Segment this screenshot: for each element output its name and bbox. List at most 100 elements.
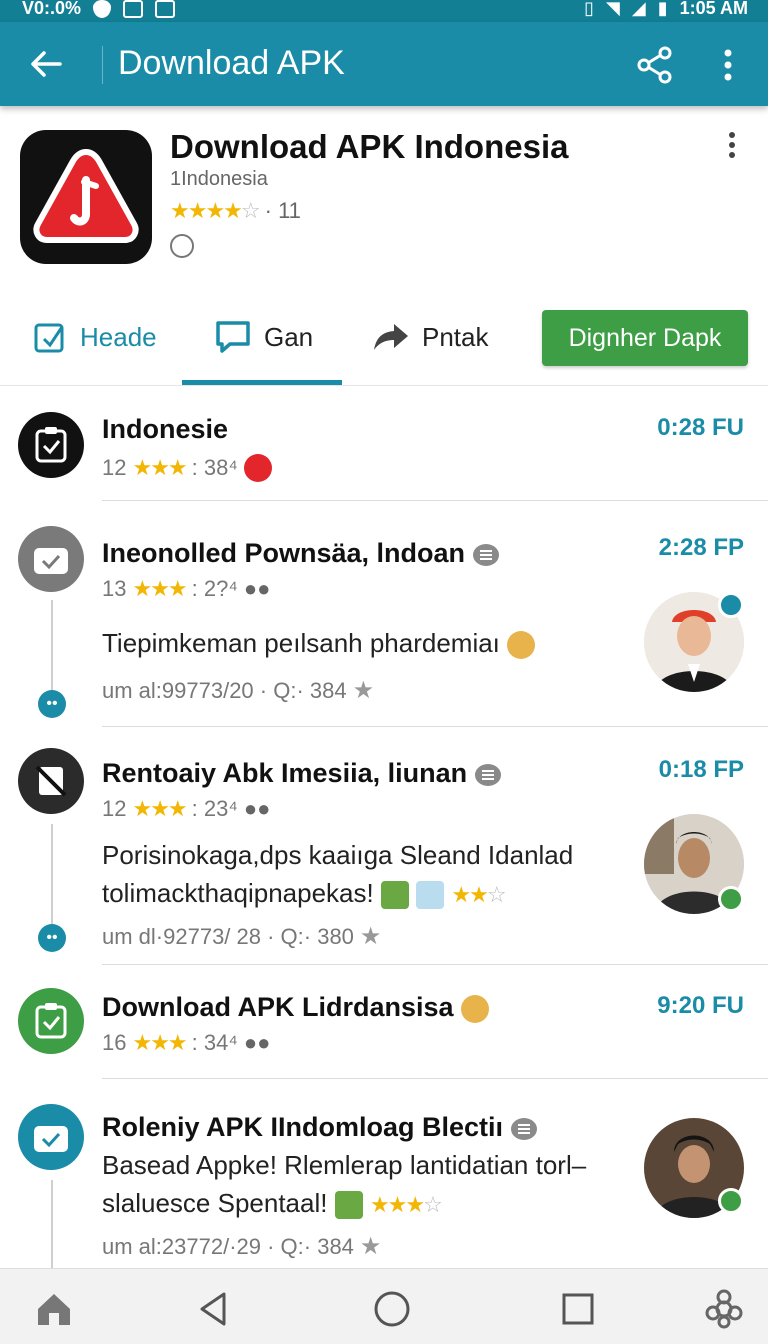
item-count: 16 — [102, 1030, 127, 1055]
online-status-icon — [718, 1188, 744, 1214]
battery-icon: ▮ — [657, 0, 668, 18]
item-meta-suffix: : 23⁴ — [191, 796, 238, 821]
active-tab-indicator — [182, 380, 342, 385]
tab-gan[interactable]: Gan — [214, 314, 313, 360]
clock-icon — [170, 234, 194, 258]
list-item[interactable]: Download APK Lidrdansisa 16 ★★★ : 34⁴ ●●… — [0, 968, 768, 1080]
item-title: Download APK Lidrdansisa — [102, 992, 490, 1023]
online-status-icon — [718, 886, 744, 912]
list-item[interactable]: Roleniy APK IIndomloag Blectiı Basead Ap… — [0, 1084, 768, 1270]
app-bar: Download APK — [0, 22, 768, 106]
status-bar: V0:.0% ▯ ◥ ◢ ▮ 1:05 AM — [0, 0, 768, 22]
item-footer-text: um dl·92773/ 28 · Q:· 380 — [102, 923, 354, 949]
shield-icon — [93, 0, 112, 18]
list-item[interactable]: •• Ineonolled Pownsäa, lndoan 13 ★★★ : 2… — [0, 508, 768, 730]
body-stars: ★★★ — [369, 1192, 425, 1217]
emoji-icon — [507, 631, 536, 660]
status-time: 1:05 AM — [679, 0, 748, 18]
emoji-icon — [416, 881, 445, 910]
thread-line — [51, 824, 53, 928]
item-body: Porisinokaga,dps kaaiıga Sleand Idanlad … — [102, 840, 574, 910]
list-item[interactable]: •• Rentoaiy Abk Imesiia, liunan 12 ★★★ :… — [0, 732, 768, 968]
wifi-icon: ◥ — [606, 0, 620, 18]
avatar — [18, 1104, 84, 1170]
menu-icon — [510, 1117, 537, 1140]
emoji-icon — [380, 881, 409, 910]
thread-dot-icon: •• — [38, 924, 66, 952]
menu-icon — [474, 763, 501, 786]
item-footer-text: um al:23772/·29 · Q:· 384 — [102, 1233, 354, 1259]
status-left-text: V0:.0% — [22, 0, 82, 18]
app-rating: ★★★★☆ · 11 — [170, 198, 301, 224]
tab-pntak[interactable]: Pntak — [372, 314, 489, 360]
star-icon: ★ — [359, 1233, 382, 1260]
divider — [102, 1078, 768, 1079]
reaction-icon: ●● — [243, 796, 271, 821]
tab-bar: Heade Gan Pntak Dignher Dapk — [0, 300, 768, 386]
app-logo — [20, 130, 152, 264]
badge-icon — [718, 592, 744, 618]
item-time: 0:28 FU — [657, 414, 744, 441]
tab-label: Heade — [80, 321, 157, 352]
avatar — [18, 748, 84, 814]
item-body: Tiepimkeman peılsanh phardemiaı — [102, 624, 622, 662]
item-body: Basead Appke! Rlemlerap lantidatian torl… — [102, 1150, 587, 1220]
clipboard-check-icon — [35, 1003, 67, 1039]
signal-icon: ◢ — [631, 0, 646, 18]
item-meta: 12 ★★★ : 23⁴ ●● — [102, 796, 270, 822]
app-bar-divider — [102, 46, 103, 84]
avatar — [18, 988, 84, 1054]
avatar — [18, 526, 84, 592]
home-icon[interactable] — [34, 1289, 74, 1329]
thread-line — [51, 1180, 53, 1270]
clipboard-check-icon — [35, 427, 67, 463]
home-circle-icon[interactable] — [372, 1289, 412, 1329]
tab-heade[interactable]: Heade — [32, 314, 157, 360]
item-meta: 13 ★★★ : 2?⁴ ●● — [102, 576, 270, 602]
download-button[interactable]: Dignher Dapk — [542, 310, 748, 366]
list-item[interactable]: Indonesie 12 ★★★ : 38⁴ 0:28 FU — [0, 392, 768, 504]
menu-icon — [472, 543, 499, 566]
back-arrow-icon[interactable] — [26, 44, 66, 84]
item-title: Ineonolled Pownsäa, lndoan — [102, 538, 499, 569]
item-meta-suffix: : 38⁴ — [191, 455, 238, 480]
item-title: Roleniy APK IIndomloag Blectiı — [102, 1112, 537, 1143]
recents-square-icon[interactable] — [558, 1289, 598, 1329]
thread-line — [51, 600, 53, 694]
item-title: Rentoaiy Abk Imesiia, liunan — [102, 758, 501, 789]
item-stars: ★★★ — [132, 455, 187, 480]
emoji-icon — [461, 994, 490, 1023]
divider — [102, 964, 768, 965]
app-subtitle: 1Indonesia — [170, 168, 268, 190]
item-count: 13 — [102, 576, 127, 601]
item-count: 12 — [102, 455, 127, 480]
star-icon: ★ — [352, 677, 375, 704]
item-stars: ★★★ — [132, 796, 187, 821]
item-footer: um al:99773/20 · Q:· 384 ★ — [102, 676, 374, 705]
blocked-icon — [35, 765, 67, 797]
item-title: Indonesie — [102, 414, 229, 444]
clipboard-icon — [34, 323, 64, 353]
more-vert-icon[interactable] — [712, 46, 744, 84]
divider — [102, 500, 768, 501]
emoji-icon — [243, 454, 272, 482]
settings-icon[interactable] — [704, 1289, 744, 1329]
item-stars: ★★★ — [132, 1030, 187, 1055]
item-time: 9:20 FU — [657, 992, 744, 1019]
item-meta: 16 ★★★ : 34⁴ ●● — [102, 1030, 270, 1056]
app-more-icon[interactable] — [722, 130, 742, 162]
back-triangle-icon[interactable] — [194, 1289, 234, 1329]
app-bar-title: Download APK — [118, 44, 345, 82]
tab-label: Pntak — [422, 321, 489, 352]
item-time: 0:18 FP — [658, 756, 744, 783]
item-footer-text: um al:99773/20 · Q:· 384 — [102, 677, 347, 703]
warning-logo-icon — [33, 148, 139, 243]
rating-stars: ★★★★☆ — [170, 198, 261, 223]
item-footer: um al:23772/·29 · Q:· 384 ★ — [102, 1232, 381, 1261]
forward-arrow-icon — [374, 324, 408, 350]
item-time: 2:28 FP — [658, 534, 744, 561]
share-icon[interactable] — [636, 46, 674, 84]
badge-icon — [123, 0, 144, 18]
body-stars: ★★ — [451, 882, 488, 907]
calendar-check-icon — [34, 1126, 68, 1152]
